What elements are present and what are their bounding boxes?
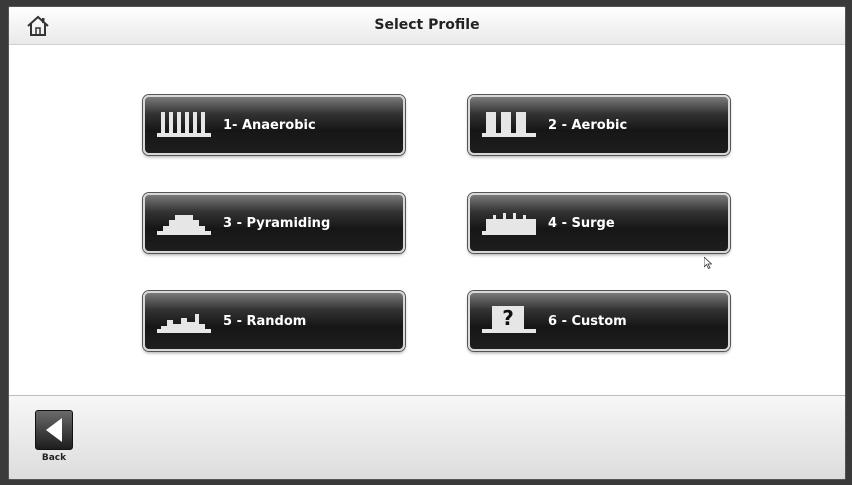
profile-label: 6 - Custom — [548, 313, 627, 329]
profile-button-surge[interactable]: 4 - Surge — [468, 193, 730, 253]
profile-button-pyramiding[interactable]: 3 - Pyramiding — [143, 193, 405, 253]
profile-label: 5 - Random — [223, 313, 307, 329]
profile-label: 4 - Surge — [548, 215, 615, 231]
profile-button-anaerobic[interactable]: 1- Anaerobic — [143, 95, 405, 155]
header-bar: Select Profile — [9, 7, 845, 45]
profile-label: 2 - Aerobic — [548, 117, 628, 133]
profile-button-aerobic[interactable]: 2 - Aerobic — [468, 95, 730, 155]
mouse-cursor-icon — [704, 257, 712, 269]
surge-profile-icon — [482, 213, 536, 235]
profile-grid: 1- Anaerobic 2 - Aerobic 3 - Pyramiding — [9, 45, 845, 399]
profile-label: 1- Anaerobic — [223, 117, 316, 133]
pyramiding-profile-icon — [157, 215, 211, 235]
back-button[interactable] — [35, 410, 73, 450]
svg-text:?: ? — [502, 306, 514, 330]
profile-button-random[interactable]: 5 - Random — [143, 291, 405, 351]
random-profile-icon — [157, 314, 211, 333]
profile-label: 3 - Pyramiding — [223, 215, 331, 231]
back-arrow-icon — [46, 418, 62, 442]
profile-button-custom[interactable]: ? 6 - Custom — [468, 291, 730, 351]
aerobic-profile-icon — [482, 112, 536, 137]
custom-profile-icon: ? — [482, 306, 536, 333]
anaerobic-profile-icon — [157, 112, 211, 137]
footer-bar: Back — [9, 395, 845, 479]
page-title: Select Profile — [374, 17, 480, 33]
back-label: Back — [41, 453, 67, 463]
app-window: Select Profile 1- Anaerobic 2 - Aerobic … — [8, 6, 846, 480]
